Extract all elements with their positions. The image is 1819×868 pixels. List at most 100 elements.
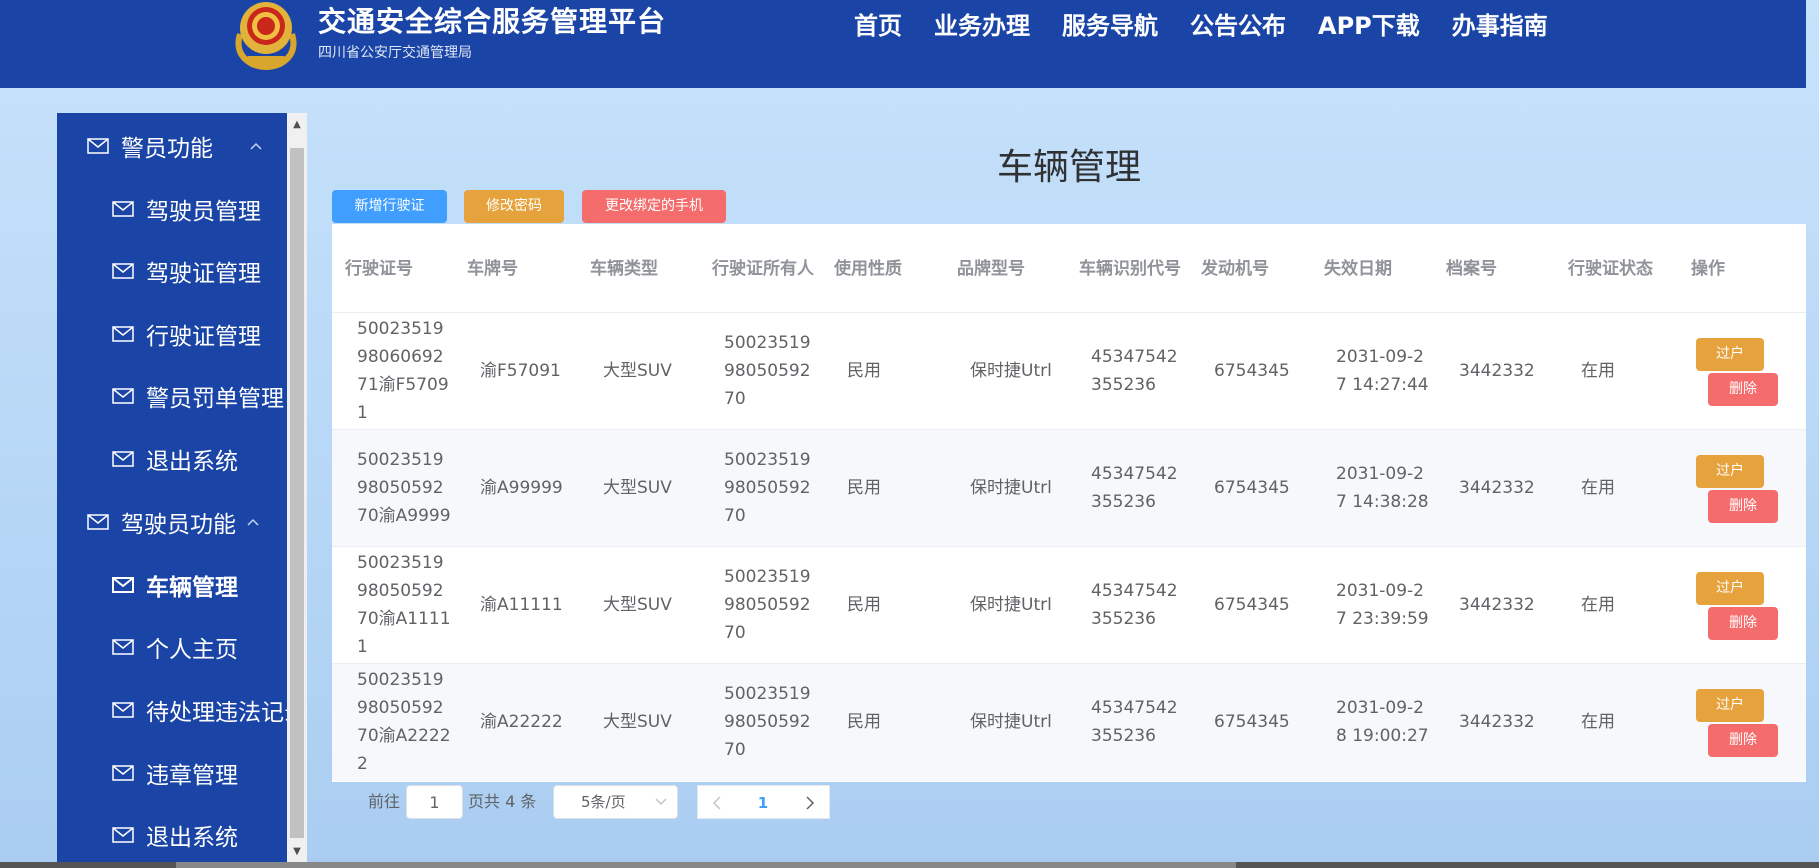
cell-registration-no: 500235199806069271渝F57091 (357, 319, 449, 423)
cell-file-no: 3442332 (1459, 478, 1535, 498)
column-header: 行驶证所有人 (712, 258, 814, 279)
column-header: 行驶证状态 (1568, 258, 1653, 279)
scroll-up-arrow-icon[interactable]: ▲ (287, 115, 307, 135)
change-phone-button[interactable]: 更改绑定的手机 (582, 190, 726, 223)
cell-usage: 民用 (847, 712, 881, 732)
top-header: 交通安全综合服务管理平台 四川省公安厅交通管理局 首页 业务办理 服务导航 公告… (0, 0, 1806, 88)
cell-file-no: 3442332 (1459, 361, 1535, 381)
page-jump-input[interactable] (406, 785, 463, 819)
mail-icon (112, 765, 134, 781)
column-header: 行驶证号 (345, 258, 413, 279)
column-header: 品牌型号 (957, 258, 1025, 279)
current-page-number[interactable]: 1 (753, 791, 773, 815)
chevron-up-icon (250, 142, 262, 150)
cell-file-no: 3442332 (1459, 595, 1535, 615)
page-size-select[interactable]: 5条/页 (553, 785, 678, 819)
sidebar-item-profile[interactable]: 个人主页 (57, 616, 287, 678)
cell-status: 在用 (1581, 478, 1615, 498)
cell-engine-no: 6754345 (1214, 478, 1290, 498)
pager: 1 (697, 785, 830, 819)
sidebar-item-police-tickets[interactable]: 警员罚单管理 (57, 365, 287, 427)
chevron-right-icon[interactable] (805, 796, 815, 810)
chevron-left-icon[interactable] (712, 796, 722, 810)
nav-announcements[interactable]: 公告公布 (1190, 6, 1286, 41)
chevron-down-icon (655, 798, 667, 806)
sidebar-item-label: 警员罚单管理 (146, 386, 284, 412)
cell-vehicle-type: 大型SUV (603, 361, 672, 381)
cell-plate: 渝A99999 (480, 478, 563, 498)
mail-icon (112, 326, 134, 342)
cell-usage: 民用 (847, 595, 881, 615)
transfer-button[interactable]: 过户 (1696, 572, 1764, 605)
sidebar-item-driver-management[interactable]: 驾驶员管理 (57, 178, 287, 240)
delete-button[interactable]: 删除 (1708, 607, 1778, 640)
mail-icon (112, 263, 134, 279)
nav-service-guide[interactable]: 服务导航 (1062, 6, 1158, 41)
cell-brand: 保时捷Utrl (970, 712, 1052, 732)
sidebar-group-police[interactable]: 警员功能 (57, 115, 287, 177)
sidebar-item-pending-violations[interactable]: 待处理违法记录 (57, 679, 287, 741)
cell-file-no: 3442332 (1459, 712, 1535, 732)
mail-icon (112, 388, 134, 404)
vehicle-table: 行驶证号 车牌号 车辆类型 行驶证所有人 使用性质 品牌型号 车辆识别代号 发动… (332, 224, 1806, 782)
sidebar-item-license-management[interactable]: 驾驶证管理 (57, 240, 287, 302)
transfer-button[interactable]: 过户 (1696, 338, 1764, 371)
cell-status: 在用 (1581, 712, 1615, 732)
table-header: 行驶证号 车牌号 车辆类型 行驶证所有人 使用性质 品牌型号 车辆识别代号 发动… (332, 224, 1806, 313)
horizontal-scrollbar-thumb[interactable] (176, 862, 1236, 868)
transfer-button[interactable]: 过户 (1696, 689, 1764, 722)
change-password-button[interactable]: 修改密码 (464, 190, 564, 223)
sidebar-item-label: 个人主页 (146, 637, 238, 663)
sidebar-item-label: 车辆管理 (146, 575, 238, 601)
sidebar-item-violation-management[interactable]: 违章管理 (57, 742, 287, 804)
table-row: 500235199805059270渝A11111 渝A11111 大型SUV … (332, 547, 1806, 664)
delete-button[interactable]: 删除 (1708, 724, 1778, 757)
cell-brand: 保时捷Utrl (970, 595, 1052, 615)
table-row: 500235199805059270渝A22222 渝A22222 大型SUV … (332, 664, 1806, 781)
sidebar-group-label: 警员功能 (121, 136, 213, 162)
sidebar-item-registration-management[interactable]: 行驶证管理 (57, 303, 287, 365)
delete-button[interactable]: 删除 (1708, 373, 1778, 406)
cell-registration-no: 500235199805059270渝A11111 (357, 553, 451, 657)
mail-icon (87, 138, 109, 154)
cell-engine-no: 6754345 (1214, 595, 1290, 615)
cell-vehicle-type: 大型SUV (603, 478, 672, 498)
nav-home[interactable]: 首页 (854, 6, 902, 41)
mail-icon (112, 451, 134, 467)
page-title: 车辆管理 (996, 147, 1141, 188)
sidebar-item-label: 行驶证管理 (146, 324, 261, 350)
sidebar-group-driver[interactable]: 驾驶员功能 (57, 491, 287, 553)
sidebar-item-label: 驾驶员管理 (146, 199, 261, 225)
sidebar-item-label: 退出系统 (146, 449, 238, 475)
sidebar-item-label: 退出系统 (146, 825, 238, 851)
mail-icon (112, 639, 134, 655)
sidebar: 警员功能 驾驶员管理 驾驶证管理 行驶证管理 警员罚单管理 退出系统 驾驶员功能… (57, 113, 287, 868)
sidebar-item-vehicle-management[interactable]: 车辆管理 (57, 554, 287, 616)
sidebar-scrollbar-thumb[interactable] (290, 148, 304, 838)
cell-engine-no: 6754345 (1214, 361, 1290, 381)
sidebar-item-logout-driver[interactable]: 退出系统 (57, 804, 287, 866)
cell-registration-no: 500235199805059270渝A22222 (357, 670, 451, 774)
column-header: 车辆识别代号 (1079, 258, 1181, 279)
page-size-value: 5条/页 (581, 793, 626, 811)
sidebar-item-logout-police[interactable]: 退出系统 (57, 428, 287, 490)
scroll-down-arrow-icon[interactable]: ▼ (287, 842, 307, 862)
nav-procedure-guide[interactable]: 办事指南 (1452, 6, 1548, 41)
cell-expiry-date: 2031-09-27 14:27:44 (1336, 347, 1429, 395)
chevron-up-icon (247, 518, 259, 526)
nav-business[interactable]: 业务办理 (934, 6, 1030, 41)
site-title: 交通安全综合服务管理平台 (318, 5, 667, 38)
cell-vin: 45347542355236 (1091, 464, 1178, 512)
sidebar-item-label: 违章管理 (146, 763, 238, 789)
nav-app-download[interactable]: APP下载 (1318, 6, 1420, 41)
add-registration-button[interactable]: 新增行驶证 (332, 190, 447, 223)
transfer-button[interactable]: 过户 (1696, 455, 1764, 488)
cell-vehicle-type: 大型SUV (603, 712, 672, 732)
cell-plate: 渝A22222 (480, 712, 563, 732)
cell-owner: 500235199805059270 (724, 567, 811, 643)
mail-icon (112, 201, 134, 217)
cell-owner: 500235199805059270 (724, 450, 811, 526)
delete-button[interactable]: 删除 (1708, 490, 1778, 523)
column-header: 失效日期 (1324, 258, 1392, 279)
cell-brand: 保时捷Utrl (970, 361, 1052, 381)
